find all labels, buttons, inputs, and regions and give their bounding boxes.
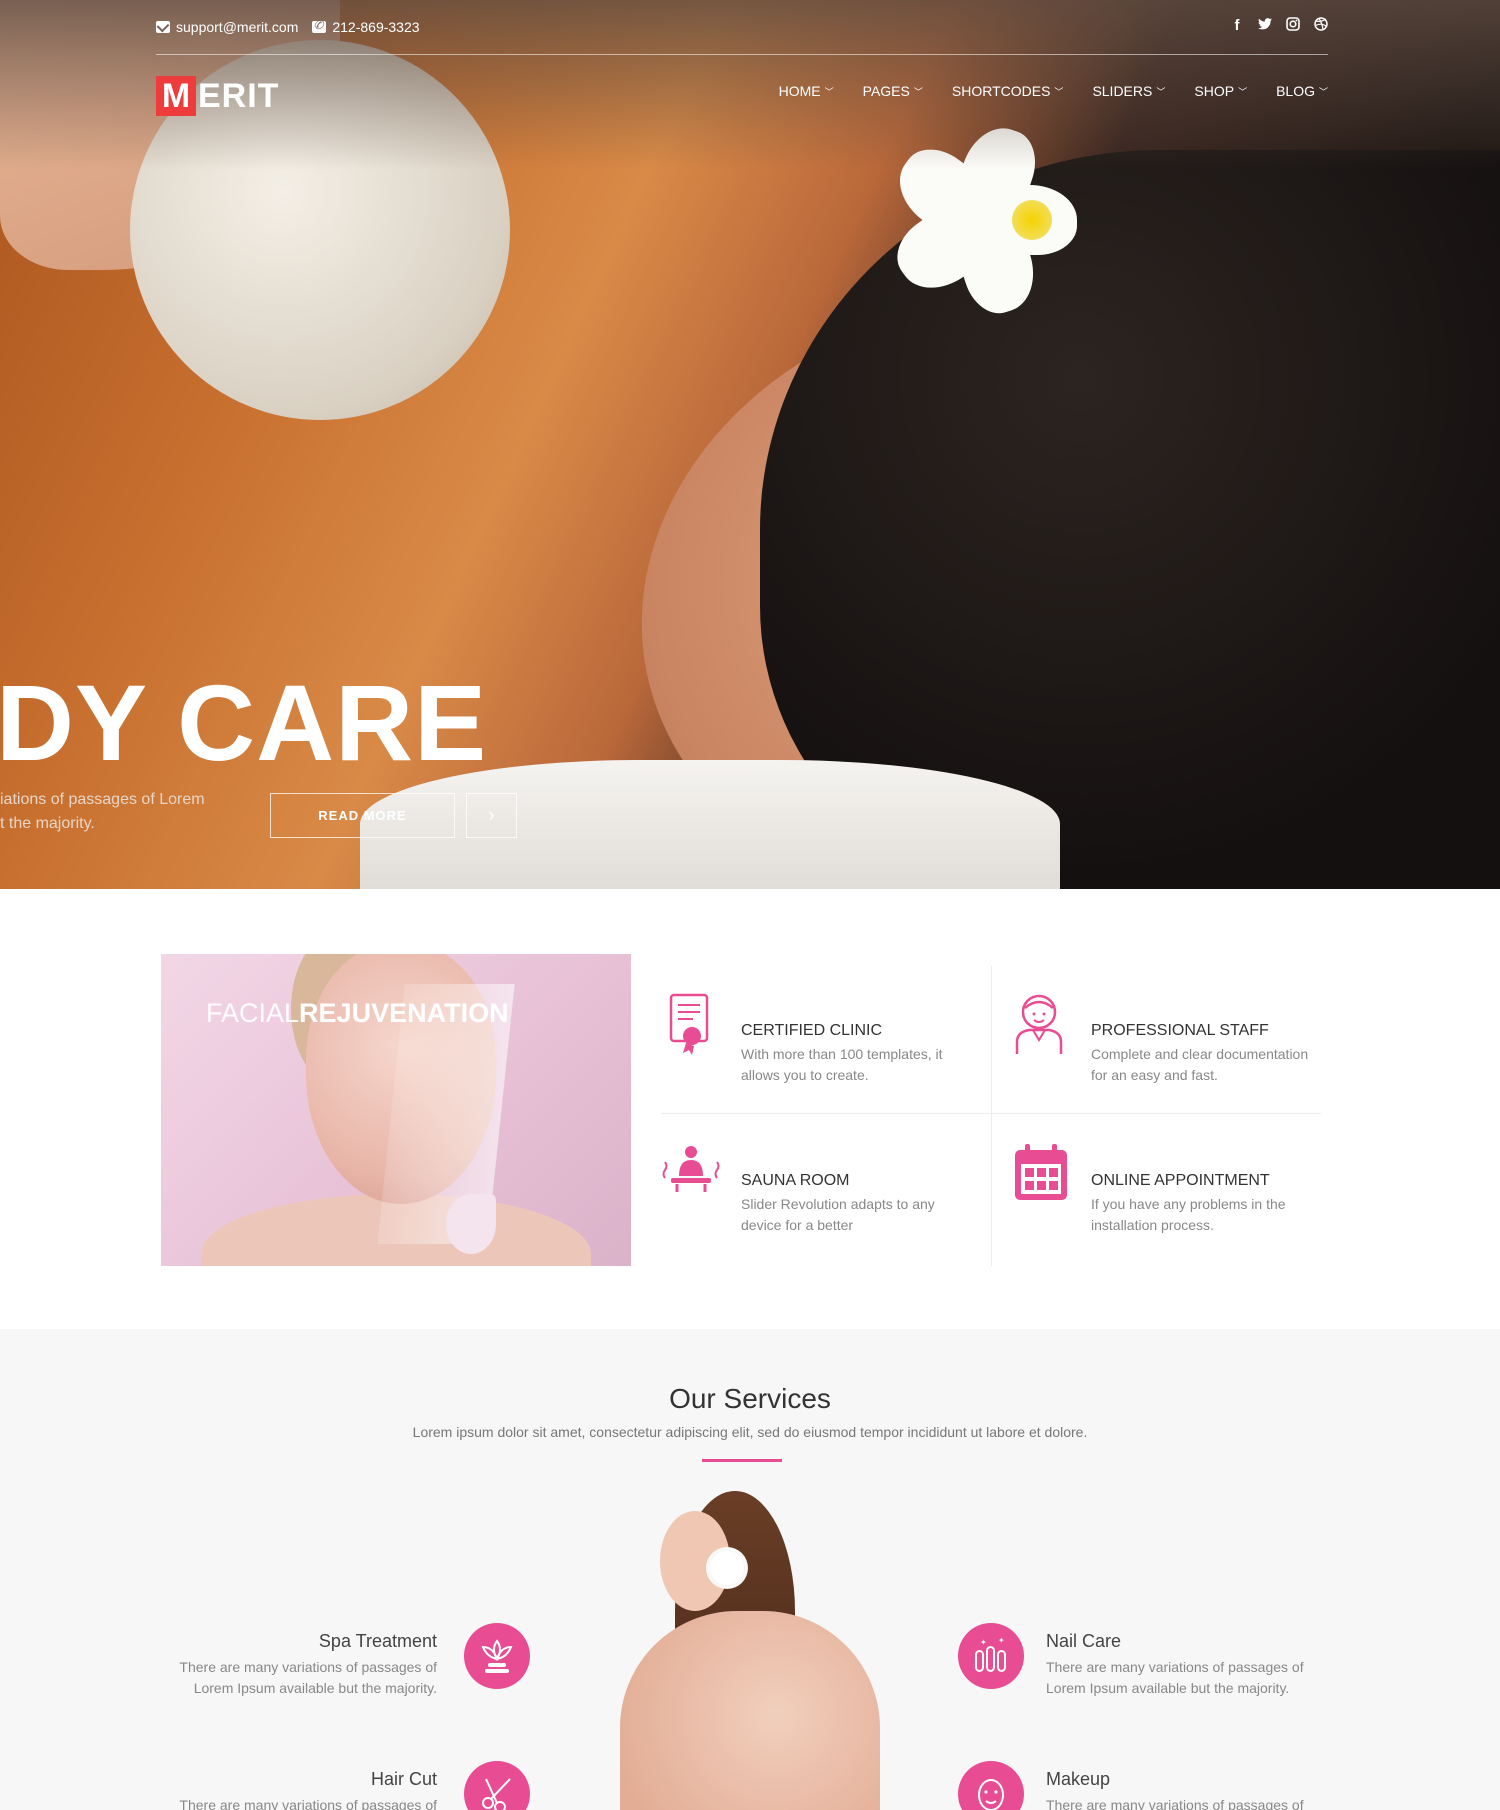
slider-next-button[interactable]: › (466, 793, 517, 838)
hero-slider: support@merit.com 212-869-3323 f M ERIT … (0, 0, 1500, 889)
nav-home-label: HOME (778, 83, 821, 99)
facial-rejuvenation-banner[interactable]: FACIALREJUVENATION (161, 954, 631, 1266)
chevron-down-icon: ﹀ (1318, 86, 1328, 97)
hero-subtitle-line1: iations of passages of Lorem (0, 791, 205, 808)
chevron-down-icon: ﹀ (1238, 86, 1248, 97)
services-model-image (600, 1491, 900, 1810)
nav-blog-label: BLOG (1276, 83, 1315, 99)
feature-title: ONLINE APPOINTMENT (1091, 1172, 1270, 1189)
service-text: There are many variations of passages of… (179, 1659, 437, 1696)
heading-underline (702, 1459, 782, 1462)
phone-icon (312, 18, 327, 33)
service-spa-treatment[interactable]: Spa Treatment There are many variations … (160, 1623, 530, 1703)
services-subheading: Lorem ipsum dolor sit amet, consectetur … (412, 1424, 1088, 1440)
nav-shortcodes-label: SHORTCODES (951, 83, 1051, 99)
feature-title: SAUNA ROOM (741, 1172, 850, 1189)
svg-text:✦: ✦ (998, 1636, 1005, 1645)
service-nail-care[interactable]: ✦ ✦ Nail Care There are many variations … (958, 1623, 1328, 1703)
social-links: f (1230, 17, 1328, 35)
facial-title-light: FACIAL (206, 998, 300, 1028)
dribbble-icon[interactable] (1314, 17, 1328, 35)
twitter-icon[interactable] (1258, 17, 1272, 35)
nav-shop-label: SHOP (1194, 83, 1235, 99)
nav-pages[interactable]: PAGES ﹀ (863, 83, 923, 99)
chevron-down-icon: ﹀ (1054, 86, 1064, 97)
nav-blog[interactable]: BLOG ﹀ (1276, 83, 1328, 99)
service-hair-cut[interactable]: Hair Cut There are many variations of pa… (160, 1761, 530, 1810)
service-text: There are many variations of passages of (179, 1797, 437, 1810)
facebook-icon[interactable]: f (1230, 17, 1244, 35)
staff-icon (1015, 994, 1063, 1054)
svg-text:✦: ✦ (980, 1638, 987, 1647)
service-title: Nail Care (1046, 1631, 1122, 1651)
service-title: Makeup (1046, 1769, 1111, 1789)
feature-title: CERTIFIED CLINIC (741, 1022, 883, 1039)
logo-mark: M (156, 76, 196, 116)
service-makeup[interactable]: Makeup There are many variations of pass… (958, 1761, 1328, 1810)
service-title: Spa Treatment (318, 1631, 437, 1651)
divider (661, 1113, 1321, 1114)
email-link[interactable]: support@merit.com (156, 19, 298, 35)
feature-text: Slider Revolution adapts to any device f… (741, 1196, 935, 1233)
facial-banner-title: FACIALREJUVENATION (206, 998, 509, 1029)
site-logo[interactable]: M ERIT (156, 76, 279, 116)
nav-pages-label: PAGES (862, 83, 910, 99)
chevron-down-icon: ﹀ (913, 86, 923, 97)
service-title: Hair Cut (370, 1769, 437, 1789)
nav-shortcodes[interactable]: SHORTCODES ﹀ (952, 83, 1064, 99)
envelope-icon (156, 21, 170, 33)
chevron-down-icon: ﹀ (824, 86, 834, 97)
hero-subtitle: iations of passages of Lorem t the major… (0, 788, 240, 836)
lotus-icon (464, 1623, 530, 1689)
makeup-icon (958, 1761, 1024, 1810)
instagram-icon[interactable] (1286, 17, 1300, 35)
main-nav: HOME ﹀ PAGES ﹀ SHORTCODES ﹀ SLIDERS ﹀ SHOP ﹀ … (779, 83, 1328, 99)
chevron-right-icon: › (488, 805, 495, 825)
features-grid: CERTIFIED CLINIC With more than 100 temp… (661, 966, 1321, 1266)
logo-text: ERIT (198, 76, 280, 115)
hero-subtitle-line2: t the majority. (0, 815, 95, 832)
nav-shop[interactable]: SHOP ﹀ (1194, 83, 1247, 99)
chevron-down-icon: ﹀ (1156, 86, 1166, 97)
services-section: Our Services Lorem ipsum dolor sit amet,… (0, 1329, 1500, 1810)
facial-title-bold: REJUVENATION (299, 998, 509, 1028)
contact-info: support@merit.com 212-869-3323 (156, 18, 420, 35)
top-bar: support@merit.com 212-869-3323 f (156, 0, 1328, 55)
phone-text: 212-869-3323 (332, 19, 420, 35)
hero-title: DY CARE (0, 662, 488, 783)
feature-text: Complete and clear documentation for an … (1091, 1046, 1309, 1083)
services-heading: Our Services (669, 1383, 831, 1414)
feature-text: If you have any problems in the installa… (1091, 1196, 1286, 1233)
feature-text: With more than 100 templates, it allows … (741, 1046, 943, 1083)
sauna-icon (662, 1146, 720, 1192)
service-text: There are many variations of passages of (1046, 1797, 1304, 1810)
scissors-icon (464, 1761, 530, 1810)
calendar-icon (1015, 1144, 1067, 1200)
certificate-icon (669, 993, 709, 1055)
service-text: There are many variations of passages of… (1046, 1659, 1304, 1696)
email-text: support@merit.com (176, 19, 299, 35)
read-more-button[interactable]: READ MORE (270, 793, 455, 838)
feature-title: PROFESSIONAL STAFF (1091, 1022, 1269, 1039)
nail-icon: ✦ ✦ (958, 1623, 1024, 1689)
nav-sliders[interactable]: SLIDERS ﹀ (1092, 83, 1165, 99)
nav-home[interactable]: HOME ﹀ (779, 83, 834, 99)
nav-sliders-label: SLIDERS (1092, 83, 1153, 99)
phone-link[interactable]: 212-869-3323 (312, 18, 420, 35)
divider (991, 966, 992, 1266)
